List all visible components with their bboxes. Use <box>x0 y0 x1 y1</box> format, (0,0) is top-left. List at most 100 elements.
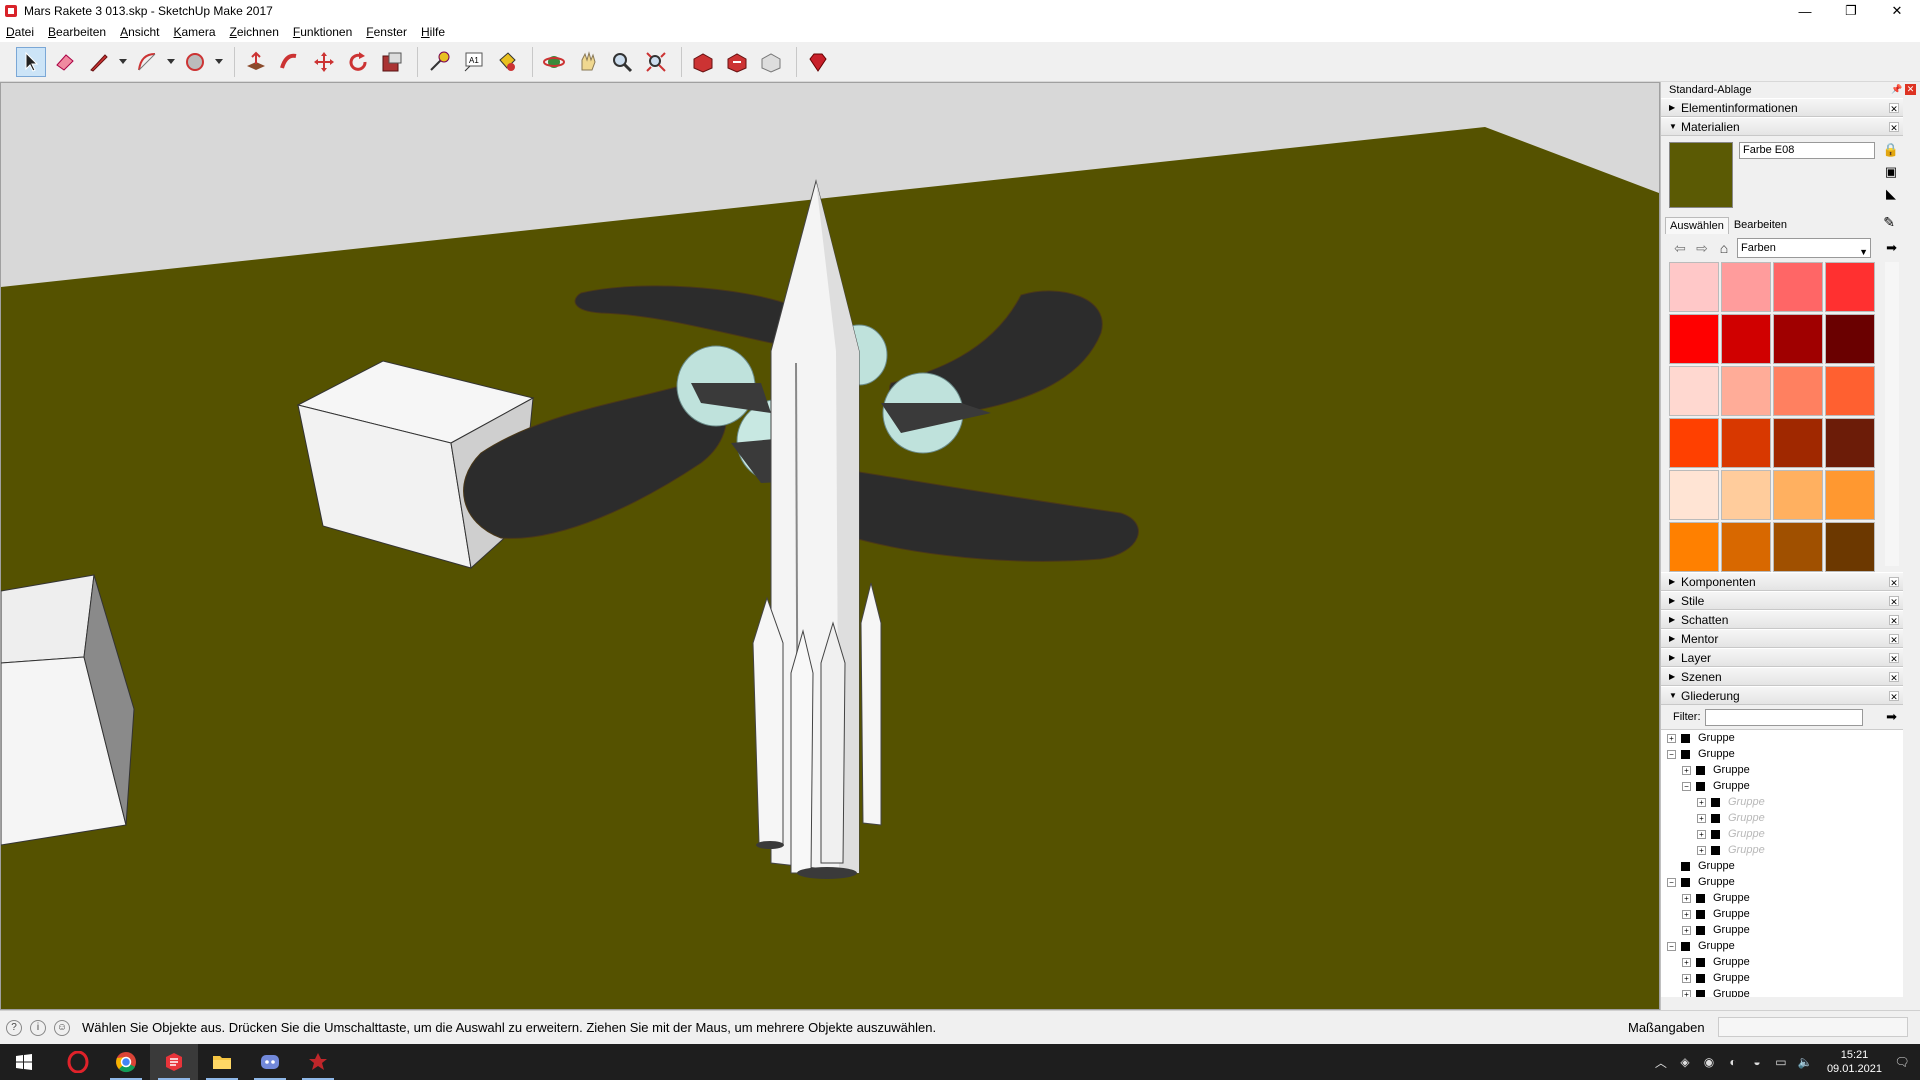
details-arrow-icon[interactable]: ➡ <box>1886 709 1897 725</box>
menu-zeichnen[interactable]: Zeichnen <box>230 25 279 39</box>
panel-close-icon[interactable]: ✕ <box>1889 122 1899 133</box>
expand-icon[interactable]: + <box>1682 973 1691 983</box>
windows-start-icon[interactable] <box>0 1044 48 1080</box>
color-swatch[interactable] <box>1721 366 1771 416</box>
color-swatch[interactable] <box>1773 418 1823 468</box>
library-select[interactable]: Farben ▼ <box>1737 238 1871 258</box>
color-swatch[interactable] <box>1669 418 1719 468</box>
color-swatch[interactable] <box>1721 470 1771 520</box>
color-swatch[interactable] <box>1825 366 1875 416</box>
extension-warehouse-icon[interactable] <box>756 47 786 77</box>
geo-location-icon[interactable]: ? <box>6 1019 22 1036</box>
expand-icon[interactable]: + <box>1682 957 1691 967</box>
panel-close-icon[interactable]: ✕ <box>1889 634 1899 645</box>
panel-close-icon[interactable]: ✕ <box>1889 653 1899 664</box>
expand-icon[interactable]: + <box>1682 989 1691 997</box>
panel-entity-info[interactable]: ▶ Elementinformationen ✕ <box>1661 98 1903 117</box>
color-swatch[interactable] <box>1773 522 1823 572</box>
color-swatch[interactable] <box>1825 522 1875 572</box>
chevron-up-icon[interactable]: ︿ <box>1649 1054 1673 1071</box>
menu-ansicht[interactable]: Ansicht <box>120 25 159 39</box>
shape-dropdown-icon[interactable] <box>214 47 224 77</box>
collapse-icon[interactable]: − <box>1667 749 1676 759</box>
outliner-row[interactable]: + Gruppe <box>1661 922 1903 938</box>
color-swatch[interactable] <box>1721 314 1771 364</box>
color-swatch[interactable] <box>1669 314 1719 364</box>
outliner-row[interactable]: + Gruppe <box>1661 970 1903 986</box>
rotate-icon[interactable] <box>343 47 373 77</box>
filter-input[interactable] <box>1704 708 1863 726</box>
outliner-row[interactable]: − Gruppe <box>1661 938 1903 954</box>
discord-tray-icon[interactable]: ◉ <box>1697 1055 1721 1069</box>
outliner-row[interactable]: − Gruppe <box>1661 778 1903 794</box>
details-arrow-icon[interactable]: ➡ <box>1886 240 1897 256</box>
expand-icon[interactable]: + <box>1697 829 1706 839</box>
notification-icon[interactable]: 🗨 <box>1890 1055 1914 1069</box>
collapse-icon[interactable]: − <box>1667 941 1676 951</box>
outliner-row[interactable]: + Gruppe <box>1661 794 1903 810</box>
pan-icon[interactable] <box>573 47 603 77</box>
default-material-icon[interactable]: ◣ <box>1881 186 1901 204</box>
orbit-icon[interactable] <box>539 47 569 77</box>
panel-gliederung[interactable]: ▼ Gliederung ✕ <box>1661 686 1903 705</box>
game-app-icon[interactable] <box>294 1044 342 1080</box>
tab-auswaehlen[interactable]: Auswählen <box>1665 217 1729 234</box>
panel-szenen[interactable]: ▶ Szenen ✕ <box>1661 667 1903 686</box>
outliner-row[interactable]: + Gruppe <box>1661 762 1903 778</box>
expand-icon[interactable]: + <box>1682 925 1691 935</box>
color-swatch[interactable] <box>1721 522 1771 572</box>
panel-close-icon[interactable]: ✕ <box>1889 596 1899 607</box>
expand-icon[interactable]: + <box>1697 845 1706 855</box>
color-swatch[interactable] <box>1825 262 1875 312</box>
collapse-icon[interactable]: − <box>1682 781 1691 791</box>
outliner-row[interactable]: + Gruppe <box>1661 890 1903 906</box>
app-tray-icon[interactable]: ◒ <box>1745 1055 1769 1069</box>
tray-scrollbar[interactable] <box>1906 100 1918 1010</box>
opera-icon[interactable] <box>54 1044 102 1080</box>
paint-bucket-icon[interactable] <box>492 47 522 77</box>
panel-mentor[interactable]: ▶ Mentor ✕ <box>1661 629 1903 648</box>
expand-icon[interactable]: + <box>1667 733 1676 743</box>
file-explorer-icon[interactable] <box>198 1044 246 1080</box>
drive-icon[interactable]: ◐ <box>1721 1055 1745 1069</box>
pin-icon[interactable]: 📌 <box>1891 84 1902 95</box>
panel-schatten[interactable]: ▶ Schatten ✕ <box>1661 610 1903 629</box>
chrome-icon[interactable] <box>102 1044 150 1080</box>
panel-materials[interactable]: ▼ Materialien ✕ <box>1661 117 1903 136</box>
expand-icon[interactable]: + <box>1697 813 1706 823</box>
model-viewport[interactable] <box>0 82 1660 1010</box>
minimize-button[interactable]: — <box>1782 0 1828 22</box>
color-swatch[interactable] <box>1825 418 1875 468</box>
menu-kamera[interactable]: Kamera <box>173 25 215 39</box>
panel-close-icon[interactable]: ✕ <box>1889 577 1899 588</box>
menu-hilfe[interactable]: Hilfe <box>421 25 445 39</box>
panel-close-icon[interactable]: ✕ <box>1889 672 1899 683</box>
color-swatch[interactable] <box>1825 314 1875 364</box>
pencil-line-icon[interactable] <box>84 47 114 77</box>
lock-icon[interactable]: 🔒 <box>1881 142 1901 160</box>
current-material-swatch[interactable] <box>1669 142 1733 208</box>
network-share-icon[interactable]: ◈ <box>1673 1055 1697 1069</box>
material-name-field[interactable]: Farbe E08 <box>1739 142 1875 159</box>
outliner-row[interactable]: − Gruppe <box>1661 746 1903 762</box>
home-icon[interactable]: ⌂ <box>1713 240 1735 256</box>
menu-bearbeiten[interactable]: Bearbeiten <box>48 25 106 39</box>
expand-icon[interactable]: + <box>1682 893 1691 903</box>
color-swatch[interactable] <box>1773 314 1823 364</box>
color-swatch[interactable] <box>1721 262 1771 312</box>
expand-icon[interactable]: + <box>1682 909 1691 919</box>
outliner-row[interactable]: + Gruppe <box>1661 810 1903 826</box>
circle-icon[interactable] <box>180 47 210 77</box>
push-pull-icon[interactable] <box>241 47 271 77</box>
zoom-extents-icon[interactable] <box>641 47 671 77</box>
scale-icon[interactable] <box>377 47 407 77</box>
back-arrow-icon[interactable]: ⇦ <box>1669 240 1691 257</box>
outliner-row[interactable]: + Gruppe <box>1661 954 1903 970</box>
collapse-icon[interactable]: − <box>1667 877 1676 887</box>
outliner-row[interactable]: + Gruppe <box>1661 730 1903 746</box>
panel-stile[interactable]: ▶ Stile ✕ <box>1661 591 1903 610</box>
sketchup-icon[interactable] <box>150 1044 198 1080</box>
outliner-row[interactable]: + Gruppe <box>1661 826 1903 842</box>
create-material-icon[interactable]: ▣ <box>1881 164 1901 182</box>
panel-close-icon[interactable]: ✕ <box>1889 615 1899 626</box>
